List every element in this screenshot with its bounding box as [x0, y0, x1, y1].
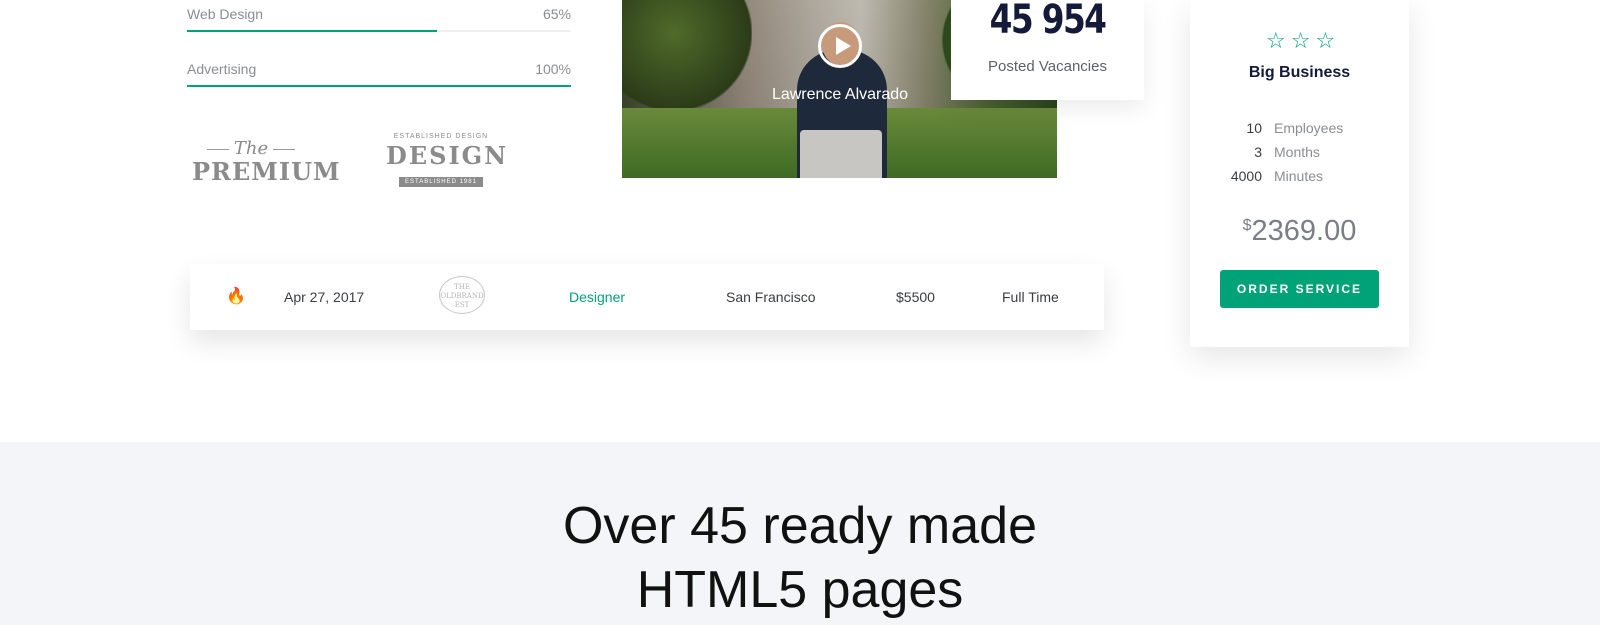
pricing-card: ☆ ☆ ☆ Big Business 10 Employees 3 Months…: [1190, 0, 1409, 347]
stat-label: Posted Vacancies: [988, 58, 1107, 75]
features-section: Over 45 ready made HTML5 pages: [0, 442, 1600, 625]
feature-row: 4000 Minutes: [1190, 164, 1409, 188]
feature-number: 3: [1254, 144, 1262, 160]
company-logo: THE OLDBRAND EST: [436, 276, 488, 316]
premium-logo-small: The: [192, 140, 310, 158]
job-listing-row[interactable]: 🔥 Apr 27, 2017 THE OLDBRAND EST Designer…: [190, 264, 1104, 330]
premium-logo-big: PREMIUM: [192, 157, 341, 186]
feature-number: 4000: [1230, 168, 1262, 184]
plan-price: $2369.00: [1190, 215, 1409, 248]
star-icon: ☆: [1290, 28, 1311, 53]
company-logo-line1: THE: [454, 283, 470, 291]
progress-track: [187, 30, 571, 32]
video-name: Lawrence Alvarado: [771, 86, 909, 103]
feature-row: 3 Months: [1190, 140, 1409, 164]
job-role-link[interactable]: Designer: [569, 264, 625, 330]
rating-stars: ☆ ☆ ☆: [1266, 30, 1335, 52]
job-type: Full Time: [1002, 289, 1059, 305]
premium-logo: The PREMIUM: [192, 140, 341, 190]
design-logo: ESTABLISHED DESIGN DESIGN ESTABLISHED 19…: [386, 132, 509, 192]
job-salary: $5500: [896, 289, 935, 305]
feature-label: Months: [1274, 144, 1320, 160]
section-title-line2: HTML5 pages: [636, 561, 964, 619]
progress-fill: [187, 30, 437, 32]
plan-name: Big Business: [1248, 64, 1351, 81]
fire-icon: 🔥: [226, 288, 246, 305]
company-logo-line2: OLDBRAND: [440, 292, 484, 300]
feature-label: Minutes: [1274, 168, 1324, 184]
job-date: Apr 27, 2017: [284, 289, 365, 305]
feature-row: 10 Employees: [1190, 116, 1409, 140]
skill-label: Web Design: [187, 6, 264, 22]
star-icon: ☆: [1266, 28, 1286, 53]
order-service-button[interactable]: ORDER SERVICE: [1220, 270, 1379, 308]
skill-web-design: Web Design 65%: [187, 6, 571, 32]
video-laptop: [800, 130, 882, 178]
plan-features: 10 Employees 3 Months 4000 Minutes: [1190, 116, 1409, 188]
design-logo-ribbon: ESTABLISHED 1981: [399, 177, 483, 187]
feature-label: Employees: [1274, 120, 1344, 136]
play-icon[interactable]: [818, 24, 862, 68]
company-logo-line3: EST: [454, 301, 470, 309]
section-title: Over 45 ready made HTML5 pages: [0, 494, 1600, 622]
progress-fill: [187, 85, 571, 87]
price-currency: $: [1242, 217, 1252, 234]
skill-value: 100%: [535, 61, 571, 77]
stat-number: 45 954: [989, 0, 1107, 43]
stat-card: 45 954 Posted Vacancies: [951, 0, 1144, 100]
section-title-line1: Over 45 ready made: [562, 497, 1038, 555]
feature-number: 10: [1246, 120, 1262, 136]
design-logo-big: DESIGN: [386, 141, 509, 170]
job-city: San Francisco: [726, 289, 816, 305]
company-logo-badge: THE OLDBRAND EST: [439, 276, 485, 314]
star-icon: ☆: [1315, 28, 1336, 53]
video-tree-left: [622, 0, 752, 110]
skill-label: Advertising: [187, 61, 257, 77]
price-amount: 2369.00: [1251, 215, 1357, 247]
progress-track: [187, 85, 571, 87]
skill-advertising: Advertising 100%: [187, 61, 571, 87]
skill-value: 65%: [542, 6, 571, 22]
